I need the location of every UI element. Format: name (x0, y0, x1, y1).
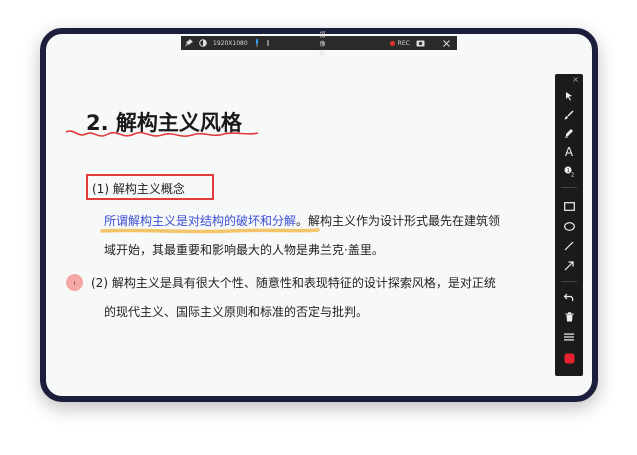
undo-icon[interactable] (555, 289, 583, 305)
contrast-icon[interactable] (199, 39, 207, 47)
arrow-icon[interactable] (555, 258, 583, 274)
paragraph-2-line-2: 的现代主义、国际主义原则和标准的否定与批判。 (104, 305, 369, 319)
red-wavy-annotation (65, 130, 259, 137)
close-icon[interactable] (442, 39, 450, 47)
line-icon[interactable] (555, 238, 583, 254)
record-dot-icon (389, 40, 395, 46)
pointer-cursor (66, 274, 83, 291)
rec-label: REC (397, 39, 410, 47)
rectangle-icon[interactable] (555, 198, 583, 214)
stop-record-button[interactable] (555, 350, 583, 366)
ellipse-icon[interactable] (555, 218, 583, 234)
recorder-bar: 1920X1080 摄像头 REC (181, 32, 457, 57)
highlighter-icon[interactable] (555, 125, 583, 141)
text-tool-icon[interactable]: A (555, 144, 583, 160)
audio-level-icon (266, 39, 270, 47)
annotation-toolbar: × A 12 (555, 74, 583, 376)
pin-icon[interactable] (185, 39, 193, 47)
toolbar-divider (561, 187, 577, 188)
toolbar-divider (561, 281, 577, 282)
screenshot-icon[interactable] (416, 39, 425, 47)
highlighted-definition: 所谓解构主义是对结构的破坏和分解 (104, 214, 297, 228)
numbered-marker-icon[interactable]: 12 (555, 163, 583, 179)
subtitle-1: (1) 解构主义概念 (92, 182, 185, 196)
record-button[interactable]: REC (389, 39, 410, 47)
camera-label[interactable]: 摄像头 (320, 30, 326, 57)
paragraph-2-line-1: (2) 解构主义是具有很大个性、随意性和表现特征的设计探索风格，是对正统 (91, 276, 496, 290)
select-arrow-icon[interactable] (555, 88, 583, 104)
brush-icon[interactable] (555, 107, 583, 123)
svg-text:2: 2 (571, 172, 574, 177)
toolbar-close-icon[interactable]: × (555, 74, 583, 84)
svg-text:1: 1 (566, 168, 569, 174)
paragraph-1-text-a: 。解构主义作为设计形式最先在建筑领 (296, 214, 501, 228)
paragraph-1-line-2: 域开始，其最重要和影响最大的人物是弗兰克·盖里。 (104, 243, 384, 257)
mic-icon[interactable] (254, 39, 260, 47)
resolution-label[interactable]: 1920X1080 (213, 40, 248, 47)
yellow-underline-annotation (100, 228, 320, 234)
menu-icon[interactable] (555, 329, 583, 345)
trash-icon[interactable] (555, 309, 583, 325)
